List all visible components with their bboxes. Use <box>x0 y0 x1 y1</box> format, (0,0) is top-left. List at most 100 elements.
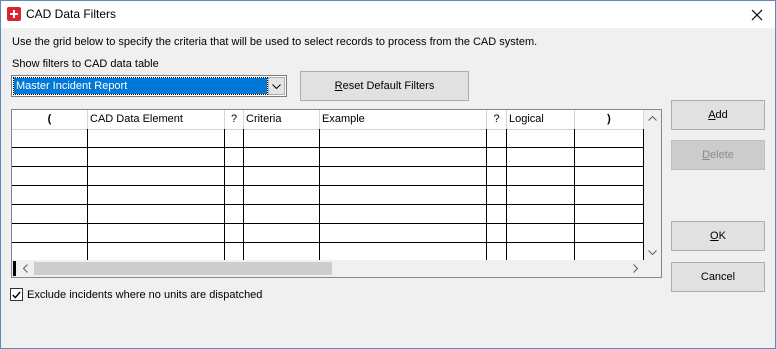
chevron-left-icon <box>23 264 28 273</box>
grid-cell[interactable] <box>575 224 644 242</box>
grid-cell[interactable] <box>88 148 225 166</box>
exclude-incidents-option[interactable]: Exclude incidents where no units are dis… <box>10 288 262 301</box>
grid-cell[interactable] <box>244 205 320 223</box>
grid-cell[interactable] <box>487 129 507 147</box>
grid-cell[interactable] <box>88 205 225 223</box>
col-open-paren: ( <box>12 110 88 129</box>
grid-cell[interactable] <box>88 186 225 204</box>
dropdown-arrow-button[interactable] <box>268 77 285 95</box>
table-row[interactable] <box>12 129 644 148</box>
grid-cell[interactable] <box>244 243 320 261</box>
grid-cell[interactable] <box>320 243 487 261</box>
cad-table-selected-value: Master Incident Report <box>13 77 268 95</box>
scrollbar-corner <box>644 260 661 277</box>
grid-cell[interactable] <box>320 129 487 147</box>
table-row[interactable] <box>12 167 644 186</box>
grid-cell[interactable] <box>225 148 244 166</box>
grid-cell[interactable] <box>244 224 320 242</box>
grid-cell[interactable] <box>575 186 644 204</box>
grid-cell[interactable] <box>88 167 225 185</box>
grid-cell[interactable] <box>225 224 244 242</box>
grid-cell[interactable] <box>12 186 88 204</box>
cad-table-select[interactable]: Master Incident Report <box>11 75 287 97</box>
grid-cell[interactable] <box>507 224 575 242</box>
grid-cell[interactable] <box>12 243 88 261</box>
reset-accelerator: R <box>334 80 343 92</box>
cad-data-filters-dialog: CAD Data Filters Use the grid below to s… <box>0 0 776 349</box>
grid-cell[interactable] <box>320 205 487 223</box>
grid-cell[interactable] <box>320 186 487 204</box>
delete-label: elete <box>710 149 734 161</box>
grid-cell[interactable] <box>507 167 575 185</box>
grid-cell[interactable] <box>575 129 644 147</box>
grid-cell[interactable] <box>507 148 575 166</box>
grid-cell[interactable] <box>244 186 320 204</box>
grid-cell[interactable] <box>88 129 225 147</box>
grid-cell[interactable] <box>507 243 575 261</box>
grid-cell[interactable] <box>12 224 88 242</box>
grid-cell[interactable] <box>487 148 507 166</box>
col-example: Example <box>320 110 487 129</box>
grid-cell[interactable] <box>225 205 244 223</box>
reset-default-filters-button[interactable]: Reset Default Filters <box>300 71 469 101</box>
grid-cell[interactable] <box>507 129 575 147</box>
delete-button[interactable]: Delete <box>671 140 765 170</box>
grid-cell[interactable] <box>320 148 487 166</box>
grid-cell[interactable] <box>12 148 88 166</box>
grid-cell[interactable] <box>88 243 225 261</box>
scroll-up-button[interactable] <box>644 110 661 127</box>
ok-label: K <box>718 230 726 242</box>
grid-cell[interactable] <box>320 167 487 185</box>
close-icon <box>751 9 763 20</box>
col-criteria: Criteria <box>244 110 320 129</box>
reset-label: eset Default Filters <box>342 80 435 92</box>
grid-cell[interactable] <box>12 129 88 147</box>
grid-cell[interactable] <box>487 167 507 185</box>
checkmark-icon <box>12 291 21 299</box>
table-row[interactable] <box>12 148 644 167</box>
chevron-down-icon <box>648 250 657 255</box>
grid-cell[interactable] <box>487 224 507 242</box>
grid-cell[interactable] <box>575 205 644 223</box>
grid-cell[interactable] <box>507 186 575 204</box>
grid-cell[interactable] <box>575 243 644 261</box>
grid-cell[interactable] <box>320 224 487 242</box>
grid-cell[interactable] <box>225 129 244 147</box>
grid-rows <box>12 129 644 262</box>
table-row[interactable] <box>12 224 644 243</box>
grid-cell[interactable] <box>244 167 320 185</box>
close-button[interactable] <box>739 1 775 28</box>
grid-cell[interactable] <box>88 224 225 242</box>
add-label: dd <box>715 109 728 121</box>
grid-cell[interactable] <box>225 186 244 204</box>
text-caret <box>13 261 16 276</box>
grid-cell[interactable] <box>244 148 320 166</box>
scroll-right-button[interactable] <box>627 260 644 277</box>
grid-cell[interactable] <box>575 148 644 166</box>
chevron-down-icon <box>272 83 281 89</box>
add-button[interactable]: Add <box>671 100 765 130</box>
grid-cell[interactable] <box>12 167 88 185</box>
grid-cell[interactable] <box>244 129 320 147</box>
grid-cell[interactable] <box>507 205 575 223</box>
exclude-incidents-checkbox[interactable] <box>10 288 23 301</box>
table-row[interactable] <box>12 205 644 224</box>
grid-cell[interactable] <box>487 186 507 204</box>
scroll-left-button[interactable] <box>17 260 34 277</box>
grid-cell[interactable] <box>225 167 244 185</box>
table-row[interactable] <box>12 186 644 205</box>
scroll-down-button[interactable] <box>644 244 661 261</box>
grid-cell[interactable] <box>487 243 507 261</box>
grid-cell[interactable] <box>575 167 644 185</box>
vertical-scrollbar[interactable] <box>644 110 661 261</box>
horizontal-scroll-thumb[interactable] <box>34 262 332 275</box>
filters-grid[interactable]: ( CAD Data Element ? Criteria Example ? … <box>11 109 662 278</box>
horizontal-scrollbar[interactable] <box>12 260 644 277</box>
grid-cell[interactable] <box>225 243 244 261</box>
chevron-up-icon <box>648 116 657 121</box>
chevron-right-icon <box>633 264 638 273</box>
grid-cell[interactable] <box>12 205 88 223</box>
cancel-button[interactable]: Cancel <box>671 262 765 292</box>
ok-button[interactable]: OK <box>671 221 765 251</box>
grid-cell[interactable] <box>487 205 507 223</box>
